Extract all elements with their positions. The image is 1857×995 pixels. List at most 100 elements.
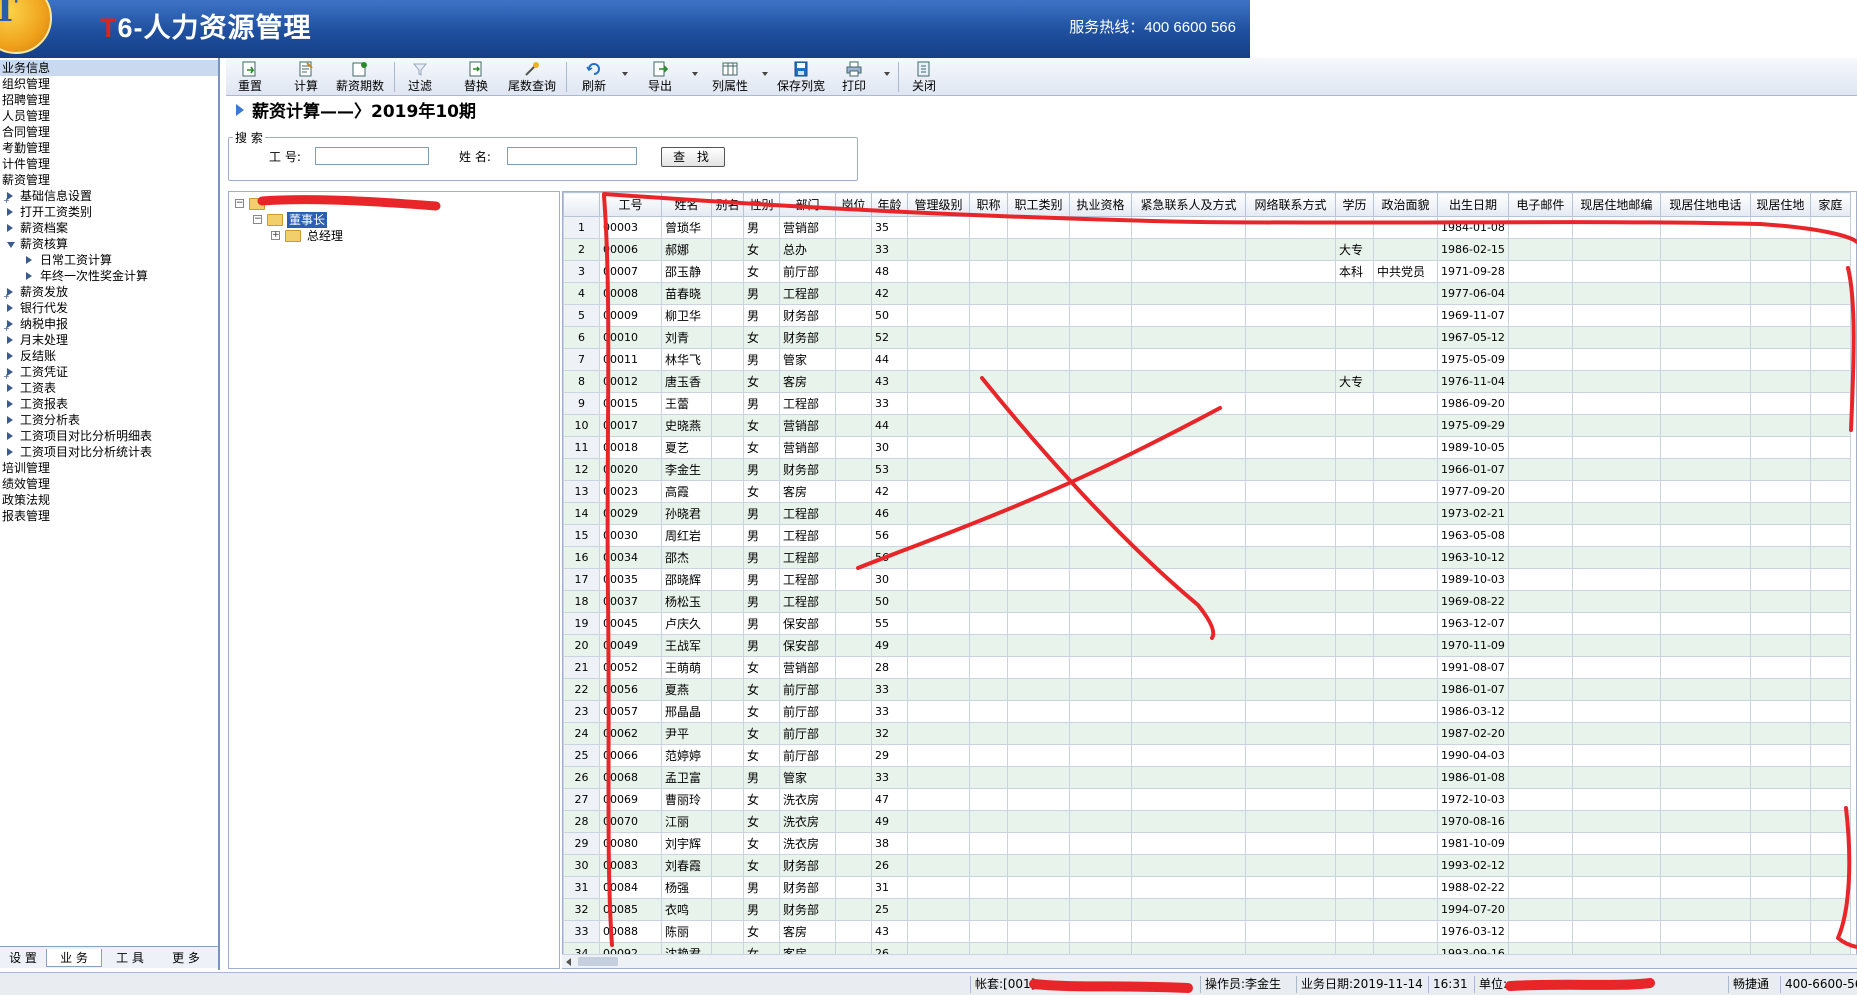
column-header[interactable]: 现居住地电话 xyxy=(1659,192,1751,217)
cell-empty[interactable] xyxy=(907,568,970,591)
name-input[interactable] xyxy=(507,147,637,165)
tree-root-node[interactable]: − xyxy=(235,196,535,212)
cell-empty[interactable] xyxy=(1809,414,1851,437)
table-row[interactable]: 2 00006 郝娜 女总办 33 大专 1986-02-15 xyxy=(563,238,1851,261)
save-width-button[interactable]: 保存列宽 xyxy=(772,60,830,94)
cell-empty[interactable] xyxy=(1749,854,1811,877)
cell-empty[interactable] xyxy=(969,260,1008,283)
cell-empty[interactable] xyxy=(1659,898,1751,921)
cell-empty[interactable] xyxy=(1507,238,1573,261)
cell-empty[interactable] xyxy=(1571,678,1661,701)
cell-birth[interactable]: 1976-11-04 xyxy=(1437,370,1509,393)
table-row[interactable]: 30 00083 刘春霞 女财务部 26 1993-02-12 xyxy=(563,854,1851,877)
cell-empty[interactable] xyxy=(1245,832,1336,855)
cell-empty[interactable] xyxy=(835,524,872,547)
cell-edu[interactable] xyxy=(1335,392,1374,415)
cell-dept[interactable]: 工程部 xyxy=(779,546,836,569)
cell-age[interactable]: 42 xyxy=(871,282,908,305)
cell-empty[interactable] xyxy=(1507,458,1573,481)
cell-empty[interactable] xyxy=(1069,458,1132,481)
cell-empty[interactable] xyxy=(711,326,744,349)
cell-empty[interactable] xyxy=(969,414,1008,437)
cell-empty[interactable] xyxy=(1245,546,1336,569)
cell-empty[interactable] xyxy=(1245,590,1336,613)
cell-empty[interactable] xyxy=(835,568,872,591)
row-index[interactable]: 30 xyxy=(563,854,600,877)
cell-no[interactable]: 00066 xyxy=(599,744,662,767)
cell-empty[interactable] xyxy=(1069,260,1132,283)
cell-empty[interactable] xyxy=(1069,414,1132,437)
cell-empty[interactable] xyxy=(711,920,744,943)
cell-empty[interactable] xyxy=(1507,854,1573,877)
cell-empty[interactable] xyxy=(1245,436,1336,459)
cell-empty[interactable] xyxy=(1749,612,1811,635)
cell-empty[interactable] xyxy=(1069,370,1132,393)
print-dropdown-caret[interactable] xyxy=(884,72,890,76)
cell-empty[interactable] xyxy=(1069,612,1132,635)
cell-dept[interactable]: 前厅部 xyxy=(779,744,836,767)
cell-empty[interactable] xyxy=(907,436,970,459)
cell-birth[interactable]: 1986-02-15 xyxy=(1437,238,1509,261)
cell-empty[interactable] xyxy=(1245,260,1336,283)
cell-pol[interactable] xyxy=(1373,502,1438,525)
table-row[interactable]: 14 00029 孙晓君 男工程部 46 1973-02-21 xyxy=(563,502,1851,525)
cell-empty[interactable] xyxy=(1069,766,1132,789)
cell-no[interactable]: 00045 xyxy=(599,612,662,635)
cell-pol[interactable] xyxy=(1373,238,1438,261)
row-index[interactable]: 9 xyxy=(563,392,600,415)
cell-empty[interactable] xyxy=(1007,568,1070,591)
cell-empty[interactable] xyxy=(1809,238,1851,261)
cell-empty[interactable] xyxy=(907,854,970,877)
cell-empty[interactable] xyxy=(711,788,744,811)
cell-edu[interactable] xyxy=(1335,678,1374,701)
cell-empty[interactable] xyxy=(1245,722,1336,745)
caret-right-icon[interactable] xyxy=(7,416,13,424)
cell-birth[interactable]: 1975-09-29 xyxy=(1437,414,1509,437)
cell-no[interactable]: 00007 xyxy=(599,260,662,283)
cell-empty[interactable] xyxy=(1069,590,1132,613)
cell-empty[interactable] xyxy=(1749,282,1811,305)
cell-empty[interactable] xyxy=(1507,722,1573,745)
cell-name[interactable]: 李金生 xyxy=(661,458,712,481)
cell-empty[interactable] xyxy=(1749,414,1811,437)
column-header[interactable]: 性别 xyxy=(743,192,780,217)
cell-no[interactable]: 00009 xyxy=(599,304,662,327)
cell-empty[interactable] xyxy=(1571,634,1661,657)
column-header[interactable]: 别名 xyxy=(711,192,744,217)
cell-empty[interactable] xyxy=(1809,634,1851,657)
cell-empty[interactable] xyxy=(1659,678,1751,701)
cell-empty[interactable] xyxy=(1507,370,1573,393)
cell-dept[interactable]: 客房 xyxy=(779,920,836,943)
cell-empty[interactable] xyxy=(1659,524,1751,547)
cell-empty[interactable] xyxy=(1007,414,1070,437)
cell-empty[interactable] xyxy=(907,766,970,789)
cell-empty[interactable] xyxy=(1131,854,1246,877)
cell-age[interactable]: 50 xyxy=(871,304,908,327)
column-header[interactable]: 年龄 xyxy=(871,192,908,217)
cell-birth[interactable]: 1984-01-08 xyxy=(1437,216,1509,239)
cell-no[interactable]: 00068 xyxy=(599,766,662,789)
cell-empty[interactable] xyxy=(1749,722,1811,745)
cell-empty[interactable] xyxy=(1069,744,1132,767)
row-index[interactable]: 11 xyxy=(563,436,600,459)
cell-empty[interactable] xyxy=(1069,304,1132,327)
cell-edu[interactable] xyxy=(1335,920,1374,943)
cell-empty[interactable] xyxy=(1809,216,1851,239)
cell-edu[interactable] xyxy=(1335,876,1374,899)
cell-empty[interactable] xyxy=(1809,700,1851,723)
caret-down-icon[interactable] xyxy=(7,242,15,248)
cell-empty[interactable] xyxy=(1809,898,1851,921)
cell-empty[interactable] xyxy=(1069,832,1132,855)
caret-right-icon[interactable] xyxy=(7,384,13,392)
cell-empty[interactable] xyxy=(1007,700,1070,723)
cell-empty[interactable] xyxy=(907,678,970,701)
cell-empty[interactable] xyxy=(1571,238,1661,261)
cell-empty[interactable] xyxy=(907,810,970,833)
cell-pol[interactable] xyxy=(1373,414,1438,437)
cell-no[interactable]: 00080 xyxy=(599,832,662,855)
cell-age[interactable]: 56 xyxy=(871,546,908,569)
cell-empty[interactable] xyxy=(1659,876,1751,899)
cell-empty[interactable] xyxy=(835,700,872,723)
cell-name[interactable]: 杨松玉 xyxy=(661,590,712,613)
cell-empty[interactable] xyxy=(835,458,872,481)
